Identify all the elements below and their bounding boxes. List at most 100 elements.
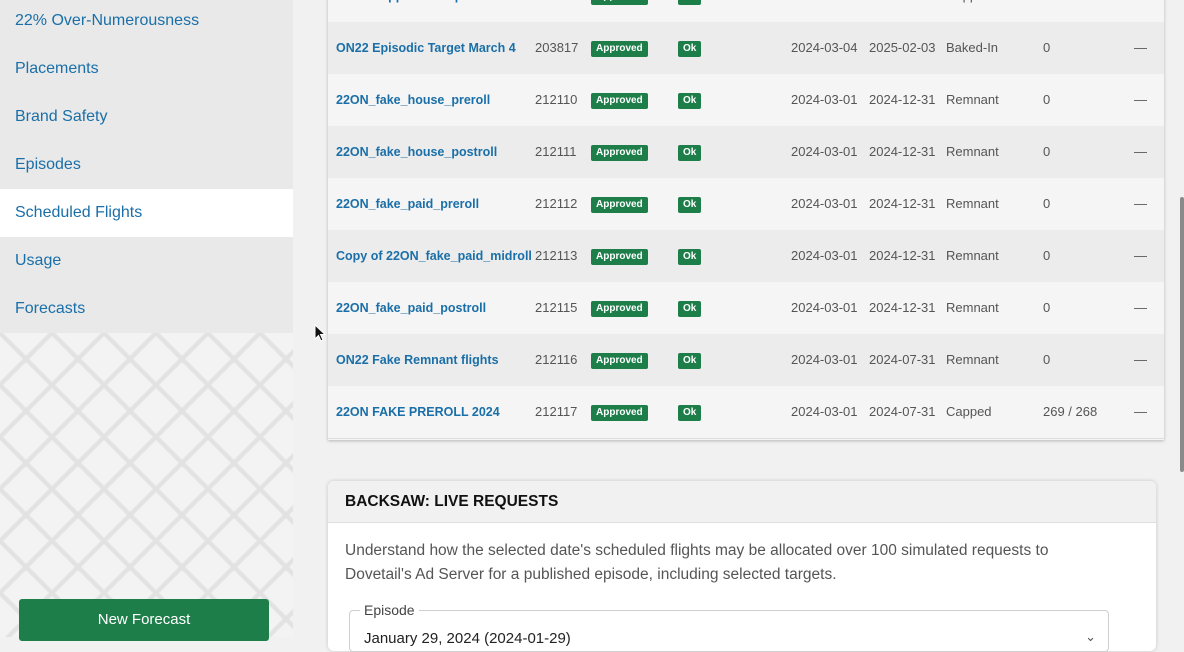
status-badge: Approved [591,92,648,109]
start-date: 2024-03-01 [791,144,858,159]
sidebar-item-usage[interactable]: Usage [0,237,293,285]
health-badge: Ok [678,0,702,5]
backsaw-description: Understand how the selected date's sched… [345,542,1049,583]
episode-select[interactable]: Episode January 29, 2024 (2024-01-29) ⌄ [349,602,1109,652]
health-badge: Ok [678,248,702,265]
flight-type: Capped [946,404,992,419]
status-badge: Approved [591,248,648,265]
flight-id: 212116 [535,352,578,367]
flight-id: 203812 [535,0,578,22]
start-date: 2024-03-01 [791,196,858,211]
allocation-count: 0 [1043,352,1051,367]
flight-name-link[interactable]: 22ON_fake_paid_preroll [336,178,479,230]
sidebar-item-brand-safety[interactable]: Brand Safety [0,93,293,141]
sidebar-background-pattern [0,333,293,637]
status-badge-cell: Approved [591,230,648,282]
sidebar-item-episodes[interactable]: Episodes [0,141,293,189]
status-badge-cell: Approved [591,386,648,438]
empty-value: — [1134,196,1147,211]
table-row: 22ON_fake_house_postroll 212111 Approved Ok… [328,126,1164,179]
start-date: 2024-03-01 [791,404,858,419]
health-badge-cell: Ok [678,22,702,74]
empty-value: — [1134,144,1147,159]
flight-name-link[interactable]: 22ON FAKE PREROLL 2024 [336,386,500,438]
end-date: 2024-07-31 [869,404,936,419]
health-badge: Ok [678,352,702,369]
page-scrollbar[interactable] [1180,197,1184,472]
health-badge: Ok [678,92,702,109]
health-badge: Ok [678,300,702,317]
status-badge-cell: Approved [591,74,648,126]
empty-value: — [1134,40,1147,55]
sidebar-item-scheduled-flights[interactable]: Scheduled Flights [0,189,293,237]
sidebar: 22% Over-Numerousness Placements Brand S… [0,0,293,641]
flight-name-link[interactable]: Copy of 22ON_fake_paid_midroll [336,230,532,282]
flight-id: 212113 [535,248,578,263]
status-badge-cell: Approved [591,334,648,386]
flight-id: 212110 [535,92,578,107]
mouse-pointer-icon [314,324,326,342]
health-badge: Ok [678,144,702,161]
empty-value: — [1134,92,1147,107]
table-row: 22ON FAKE PREROLL 2024 212117 Approved Ok 20… [328,386,1164,439]
status-badge: Approved [591,404,648,421]
start-date: 2024-03-04 [791,0,858,22]
start-date: 2024-03-01 [791,248,858,263]
start-date: 2024-03-01 [791,92,858,107]
table-row: ON22 Episodic Target March 4 203817 Approv… [328,22,1164,75]
sidebar-item-forecasts[interactable]: Forecasts [0,285,293,333]
end-date: 2024-12-31 [869,144,936,159]
status-badge: Approved [591,300,648,317]
flights-table: ON22 Capped Example 2024 203812 Approved Ok… [328,0,1164,440]
empty-value: — [1134,352,1147,367]
allocation-count: 0 [1043,144,1051,159]
health-badge-cell: Ok [678,282,702,334]
backsaw-card: BACKSAW: LIVE REQUESTS Understand how th… [328,481,1156,652]
allocation-count: 269 / 268 [1043,404,1098,419]
health-badge-cell: Ok [678,386,702,438]
flight-name-link[interactable]: 22ON_fake_house_preroll [336,74,490,126]
health-badge: Ok [678,196,702,213]
sidebar-item-placements[interactable]: Placements [0,45,293,93]
health-badge: Ok [678,404,702,421]
allocation-count: 60 / 59 [1043,0,1083,22]
end-date: 2024-12-31 [869,248,936,263]
status-badge-cell: Approved [591,282,648,334]
table-row: 22ON_fake_paid_postroll 212115 Approved Ok 2… [328,282,1164,335]
flight-type: Remnant [946,352,999,367]
flight-name-link[interactable]: ON22 Episodic Target March 4 [336,22,516,74]
flight-type: Remnant [946,92,999,107]
main-content: ON22 Capped Example 2024 203812 Approved Ok… [293,0,1184,652]
flight-name-link[interactable]: 22ON_fake_house_postroll [336,126,497,178]
flight-type: Baked-In [946,40,999,55]
status-badge: Approved [591,352,648,369]
status-badge: Approved [591,144,648,161]
table-row: ON22 Fake Remnant flights 212116 Approved O… [328,334,1164,387]
flight-name-link[interactable]: ON22 Capped Example 2024 [336,0,504,22]
end-date: 2025-02-03 [869,40,936,55]
episode-label: Episode [360,602,419,618]
health-badge: Ok [678,40,702,57]
table-row: 22ON_fake_house_preroll 212110 Approved Ok 2… [328,74,1164,127]
sidebar-item-over-numerousness[interactable]: 22% Over-Numerousness [0,0,293,45]
table-row: ON22 Capped Example 2024 203812 Approved Ok… [328,0,1164,23]
status-badge: Approved [591,0,648,5]
health-badge-cell: Ok [678,334,702,386]
empty-value: — [1134,0,1147,22]
chevron-down-icon[interactable]: ⌄ [1085,629,1096,645]
health-badge-cell: Ok [678,74,702,126]
end-date: 2024-12-31 [869,300,936,315]
new-forecast-button[interactable]: New Forecast [19,599,269,641]
flight-type: Remnant [946,300,999,315]
flight-name-link[interactable]: ON22 Fake Remnant flights [336,334,499,386]
health-badge-cell: Ok [678,0,702,22]
flight-id: 212112 [535,196,578,211]
status-badge-cell: Approved [591,22,648,74]
flight-type: Capped [946,0,992,22]
allocation-count: 0 [1043,300,1051,315]
flight-name-link[interactable]: 22ON_fake_paid_postroll [336,282,486,334]
flight-id: 203817 [535,40,579,55]
status-badge-cell: Approved [591,0,648,22]
allocation-count: 0 [1043,40,1051,55]
empty-value: — [1134,248,1147,263]
